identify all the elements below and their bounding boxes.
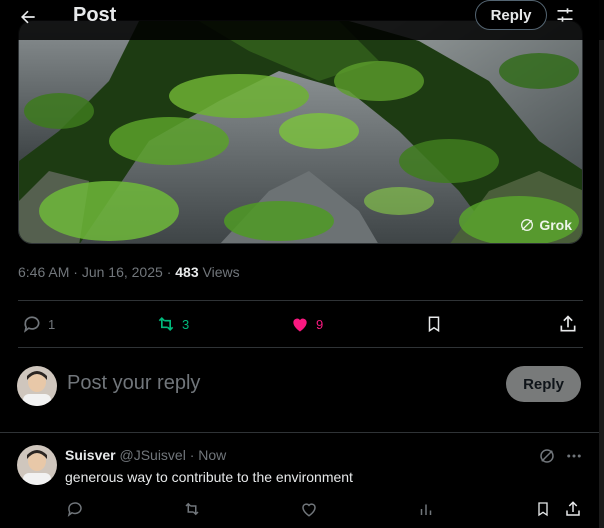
avatar[interactable] [17, 366, 57, 406]
bookmark-action[interactable] [425, 314, 443, 334]
scrollbar[interactable] [599, 0, 604, 528]
reply-author-name[interactable]: Suisver [65, 447, 116, 463]
divider [0, 432, 604, 433]
reply-separator: · [189, 447, 195, 463]
mountain-image [19, 21, 582, 243]
bookmark-icon [428, 316, 440, 333]
reply-avatar-image [17, 445, 57, 485]
sliders-icon [557, 8, 573, 22]
share-icon [566, 501, 580, 516]
grok-label: Grok [539, 217, 572, 233]
reply-action[interactable]: 1 [22, 314, 55, 334]
reply-like-action[interactable] [300, 500, 318, 523]
meta-separator: · [166, 264, 172, 280]
page-title: Post [73, 4, 117, 26]
grok-badge: Grok [519, 217, 572, 233]
compose-reply-button[interactable]: Reply [506, 366, 581, 402]
grok-icon [540, 449, 554, 463]
reply-author-handle[interactable]: @JSuisvel [119, 447, 185, 463]
views-label: Views [202, 264, 240, 280]
reply-reply-action[interactable] [66, 500, 84, 523]
bookmark-icon [538, 502, 548, 517]
post-time[interactable]: 6:46 AM [18, 264, 69, 280]
filter-button[interactable] [553, 3, 577, 27]
repost-action[interactable]: 3 [156, 314, 189, 334]
repost-icon [185, 502, 199, 516]
back-button[interactable] [14, 3, 42, 31]
views-count[interactable]: 483 [175, 264, 198, 280]
heart-icon [302, 503, 316, 517]
arrow-left-icon [21, 10, 35, 24]
post-date[interactable]: Jun 16, 2025 [82, 264, 163, 280]
reply-time[interactable]: Now [198, 447, 226, 463]
reply-count: 1 [48, 316, 56, 332]
divider [18, 347, 583, 348]
like-action[interactable]: 9 [290, 314, 323, 334]
divider [18, 300, 583, 301]
repost-count: 3 [182, 316, 190, 332]
bar-chart-icon [420, 504, 432, 515]
avatar[interactable] [17, 445, 57, 485]
share-icon [560, 315, 576, 332]
comment-icon [23, 316, 40, 333]
reply-share-action[interactable] [564, 500, 582, 523]
reply-text: generous way to contribute to the enviro… [65, 469, 353, 485]
meta-separator: · [73, 264, 78, 280]
reply-input[interactable]: Post your reply [67, 372, 200, 395]
reply-bookmark-action[interactable] [535, 500, 551, 523]
post-media-image[interactable]: Grok [18, 20, 583, 244]
top-bar: Post Reply [0, 0, 604, 40]
grok-action[interactable] [538, 447, 556, 470]
repost-icon [158, 316, 174, 332]
heart-icon [293, 318, 307, 332]
more-button[interactable] [565, 447, 583, 470]
user-avatar-image [17, 366, 57, 406]
reply-header: Suisver @JSuisvel · Now [65, 447, 226, 463]
comment-icon [67, 502, 82, 517]
header-reply-button[interactable]: Reply [475, 0, 547, 30]
reply-views-action[interactable] [417, 500, 435, 523]
like-count: 9 [316, 316, 324, 332]
post-meta: 6:46 AM · Jun 16, 2025 · 483 Views [18, 264, 240, 280]
grok-icon [521, 219, 534, 231]
reply-repost-action[interactable] [183, 500, 201, 523]
more-icon [567, 454, 581, 458]
share-action[interactable] [558, 314, 578, 334]
